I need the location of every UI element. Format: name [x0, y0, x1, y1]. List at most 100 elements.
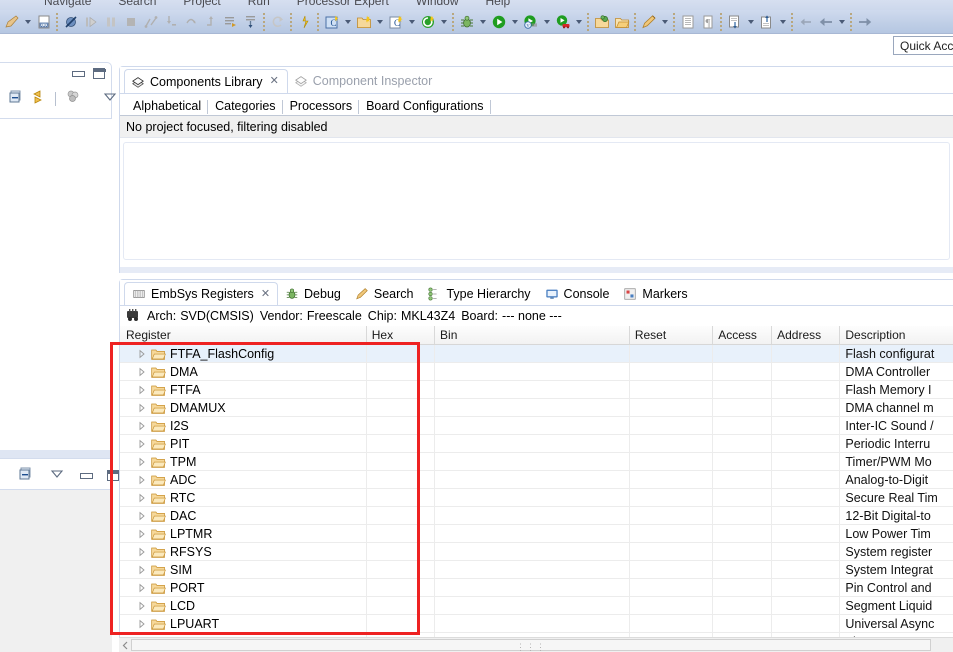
cell-reset[interactable]: [628, 399, 712, 416]
new-c-folder-icon[interactable]: [354, 12, 374, 32]
menu-item-processor-expert[interactable]: Processor Expert: [297, 0, 389, 7]
cell-bin[interactable]: [434, 453, 629, 470]
build-all-icon[interactable]: [295, 12, 315, 32]
tab-type-hierarchy[interactable]: Type Hierarchy: [420, 282, 537, 305]
cell-access[interactable]: [712, 399, 771, 416]
cell-access[interactable]: [712, 435, 771, 452]
cell-register[interactable]: DMA: [120, 363, 366, 380]
disconnect-icon[interactable]: [141, 12, 161, 32]
tab-components-library[interactable]: Components Library ✕: [124, 69, 288, 93]
menu-item-navigate[interactable]: Navigate: [44, 0, 91, 7]
horizontal-scrollbar[interactable]: ⋮⋮⋮: [119, 637, 953, 652]
table-row[interactable]: SIM System Integrat: [120, 561, 953, 579]
cell-access[interactable]: [712, 381, 771, 398]
restore-icon[interactable]: [268, 12, 288, 32]
chevron-down-icon[interactable]: [342, 12, 354, 32]
show-whitespace-icon[interactable]: ¶: [698, 12, 718, 32]
cell-register[interactable]: FTFA_FlashConfig: [120, 345, 366, 362]
menu-item-project[interactable]: Project: [183, 0, 220, 7]
subtab-processors[interactable]: Processors: [283, 97, 360, 116]
cell-access[interactable]: [712, 345, 771, 362]
cell-reset[interactable]: [628, 597, 712, 614]
cell-description[interactable]: Inter-IC Sound /: [839, 417, 953, 434]
expand-arrow-icon[interactable]: [137, 439, 147, 449]
chevron-down-icon[interactable]: [22, 12, 34, 32]
link-with-editor-icon[interactable]: [30, 89, 46, 108]
cell-description[interactable]: System register: [839, 543, 953, 560]
expand-arrow-icon[interactable]: [137, 421, 147, 431]
cell-register[interactable]: LCD: [120, 597, 366, 614]
previous-annotation-icon[interactable]: [757, 12, 777, 32]
cell-hex[interactable]: [365, 597, 434, 614]
expand-arrow-icon[interactable]: [137, 511, 147, 521]
table-row[interactable]: DAC 12-Bit Digital-to: [120, 507, 953, 525]
expand-arrow-icon[interactable]: [137, 493, 147, 503]
cell-address[interactable]: [771, 489, 839, 506]
pencil-edit-icon[interactable]: [639, 12, 659, 32]
column-header-address[interactable]: Address: [771, 326, 839, 344]
cell-register[interactable]: ADC: [120, 471, 366, 488]
cell-reset[interactable]: [628, 525, 712, 542]
restore-view-icon[interactable]: [8, 89, 24, 108]
cell-hex[interactable]: [365, 615, 434, 632]
cell-register[interactable]: TPM: [120, 453, 366, 470]
cell-description[interactable]: Periodic Interru: [839, 435, 953, 452]
cell-bin[interactable]: [434, 525, 629, 542]
step-over-icon[interactable]: [181, 12, 201, 32]
cell-description[interactable]: Segment Liquid: [839, 597, 953, 614]
cell-hex[interactable]: [365, 489, 434, 506]
registers-table-body[interactable]: FTFA_FlashConfig Flash configurat DMA DMA C…: [120, 345, 953, 651]
chevron-down-icon[interactable]: [777, 12, 789, 32]
table-row[interactable]: PIT Periodic Interru: [120, 435, 953, 453]
scrollbar-thumb[interactable]: ⋮⋮⋮: [131, 639, 931, 652]
cell-bin[interactable]: [434, 471, 629, 488]
next-annotation-icon[interactable]: [725, 12, 745, 32]
cell-address[interactable]: [771, 579, 839, 596]
table-row[interactable]: PORT Pin Control and: [120, 579, 953, 597]
close-icon[interactable]: ✕: [270, 76, 279, 87]
cell-bin[interactable]: [434, 543, 629, 560]
subtab-categories[interactable]: Categories: [208, 97, 283, 116]
cell-description[interactable]: Flash configurat: [839, 345, 953, 362]
cell-address[interactable]: [771, 471, 839, 488]
expand-arrow-icon[interactable]: [137, 385, 147, 395]
cell-address[interactable]: [771, 453, 839, 470]
expand-arrow-icon[interactable]: [137, 619, 147, 629]
column-header-hex[interactable]: Hex: [365, 326, 434, 344]
cell-reset[interactable]: [628, 561, 712, 578]
cell-reset[interactable]: [628, 579, 712, 596]
chevron-down-icon[interactable]: [438, 12, 450, 32]
expand-arrow-icon[interactable]: [137, 547, 147, 557]
cell-address[interactable]: [771, 417, 839, 434]
suspend-icon[interactable]: [101, 12, 121, 32]
menu-item-help[interactable]: Help: [486, 0, 511, 7]
cell-access[interactable]: [712, 561, 771, 578]
pencil-tool-icon[interactable]: [2, 12, 22, 32]
tab-console[interactable]: Console: [538, 282, 617, 305]
close-icon[interactable]: ✕: [261, 288, 270, 300]
cell-bin[interactable]: [434, 507, 629, 524]
cell-hex[interactable]: [365, 579, 434, 596]
cell-reset[interactable]: [628, 471, 712, 488]
cell-bin[interactable]: [434, 417, 629, 434]
refresh-project-icon[interactable]: [418, 12, 438, 32]
cell-hex[interactable]: [365, 471, 434, 488]
chevron-down-icon[interactable]: [374, 12, 386, 32]
cell-reset[interactable]: [628, 435, 712, 452]
cell-reset[interactable]: [628, 453, 712, 470]
cell-description[interactable]: DMA channel m: [839, 399, 953, 416]
cell-access[interactable]: [712, 417, 771, 434]
cell-description[interactable]: Secure Real Tim: [839, 489, 953, 506]
cell-address[interactable]: [771, 561, 839, 578]
cell-reset[interactable]: [628, 381, 712, 398]
cell-access[interactable]: [712, 597, 771, 614]
cell-bin[interactable]: [434, 345, 629, 362]
cell-bin[interactable]: [434, 363, 629, 380]
cell-reset[interactable]: [628, 489, 712, 506]
cell-register[interactable]: DMAMUX: [120, 399, 366, 416]
forward-history-icon[interactable]: [855, 12, 875, 32]
back-history-icon[interactable]: [816, 12, 836, 32]
components-library-list[interactable]: [123, 142, 950, 260]
chevron-down-icon[interactable]: [659, 12, 671, 32]
cell-access[interactable]: [712, 453, 771, 470]
